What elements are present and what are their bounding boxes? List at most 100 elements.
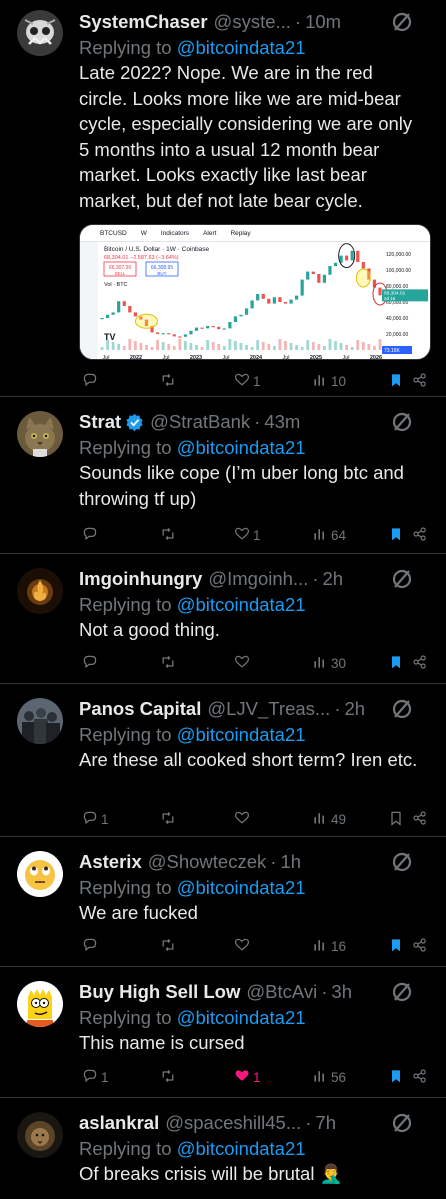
- cat-avatar-icon[interactable]: [17, 411, 63, 457]
- user-handle[interactable]: @Imgoinh...: [208, 566, 308, 592]
- reply-button[interactable]: [79, 524, 98, 546]
- mute-icon[interactable]: [390, 567, 414, 591]
- reply-tweet[interactable]: Asterix @Showteczek · 1h Replying to @bitcoi…: [0, 837, 446, 967]
- fire-avatar-icon[interactable]: [17, 568, 63, 614]
- like-button[interactable]: [231, 808, 250, 830]
- price-candle: [206, 326, 210, 329]
- mention-link[interactable]: @bitcoindata21: [177, 37, 306, 58]
- timestamp[interactable]: 3h: [331, 979, 352, 1005]
- display-name[interactable]: Panos Capital: [79, 696, 201, 722]
- timestamp[interactable]: 43m: [264, 409, 300, 435]
- like-button[interactable]: [231, 652, 250, 674]
- mute-icon[interactable]: [390, 850, 414, 874]
- display-name[interactable]: Asterix: [79, 849, 142, 875]
- like-button[interactable]: 1: [231, 370, 261, 392]
- user-handle[interactable]: @syste...: [214, 9, 291, 35]
- share-button[interactable]: [409, 524, 428, 546]
- bookmark-button[interactable]: [385, 808, 404, 830]
- volume-bar: [295, 345, 298, 350]
- mention-link[interactable]: @bitcoindata21: [177, 1138, 306, 1159]
- retweet-button[interactable]: [157, 652, 176, 674]
- price-candle: [300, 279, 304, 296]
- views-button[interactable]: 30: [309, 652, 346, 674]
- share-button[interactable]: [409, 370, 428, 392]
- display-name[interactable]: aslankral: [79, 1110, 159, 1136]
- views-button[interactable]: 49: [309, 808, 346, 830]
- like-button[interactable]: 1: [231, 1066, 261, 1088]
- reply-button[interactable]: 1: [79, 808, 109, 830]
- timestamp[interactable]: 2h: [345, 696, 366, 722]
- user-handle[interactable]: @BtcAvi: [246, 979, 317, 1005]
- share-button[interactable]: [409, 808, 428, 830]
- bookmark-button[interactable]: [385, 652, 404, 674]
- reply-icon: [82, 372, 98, 391]
- share-button[interactable]: [409, 652, 428, 674]
- views-button[interactable]: 16: [309, 935, 346, 957]
- timestamp[interactable]: 7h: [315, 1110, 336, 1136]
- mention-link[interactable]: @bitcoindata21: [177, 594, 306, 615]
- reply-tweet[interactable]: Imgoinhungry @Imgoinh... · 2h Replying to @b…: [0, 554, 446, 684]
- bookmark-button[interactable]: [385, 935, 404, 957]
- last-price-countdown: 2d 16: [384, 296, 396, 301]
- reply-button[interactable]: [79, 652, 98, 674]
- mention-link[interactable]: @bitcoindata21: [177, 724, 306, 745]
- chart-image-card[interactable]: BTCUSD W Indicators Alert Replay Bitcoin / U.…: [79, 224, 431, 360]
- timestamp[interactable]: 2h: [323, 566, 344, 592]
- eye-roll-emoji-avatar-icon[interactable]: [17, 851, 63, 897]
- price-candle: [250, 300, 254, 309]
- display-name[interactable]: SystemChaser: [79, 9, 208, 35]
- user-handle[interactable]: @Showteczek: [148, 849, 267, 875]
- tradingview-logo: TV: [104, 332, 116, 342]
- bookmark-button[interactable]: [385, 524, 404, 546]
- share-button[interactable]: [409, 935, 428, 957]
- reply-button[interactable]: 1: [79, 1066, 109, 1088]
- like-button[interactable]: [231, 935, 250, 957]
- share-button[interactable]: [409, 1066, 428, 1088]
- like-button[interactable]: 1: [231, 524, 261, 546]
- price-candle: [105, 314, 110, 318]
- user-handle[interactable]: @StratBank: [150, 409, 250, 435]
- mention-link[interactable]: @bitcoindata21: [177, 437, 306, 458]
- reply-tweet[interactable]: Buy High Sell Low @BtcAvi · 3h Replying to @…: [0, 967, 446, 1098]
- bookmark-button[interactable]: [385, 370, 404, 392]
- user-handle[interactable]: @LJV_Treas...: [207, 696, 330, 722]
- mute-icon[interactable]: [390, 10, 414, 34]
- action-count: 56: [331, 1069, 347, 1085]
- bookmark-button[interactable]: [385, 1066, 404, 1088]
- volume-bar: [139, 343, 143, 350]
- volume-bar: [245, 345, 248, 350]
- timestamp[interactable]: 10m: [305, 9, 341, 35]
- mute-icon[interactable]: [390, 697, 414, 721]
- display-name[interactable]: Imgoinhungry: [79, 566, 202, 592]
- retweet-button[interactable]: [157, 808, 176, 830]
- action-count: 49: [331, 811, 347, 827]
- lion-avatar-icon[interactable]: [17, 1112, 63, 1158]
- reply-tweet[interactable]: Panos Capital @LJV_Treas... · 2h Replying to…: [0, 684, 446, 837]
- views-button[interactable]: 56: [309, 1066, 346, 1088]
- retweet-button[interactable]: [157, 370, 176, 392]
- mute-icon[interactable]: [390, 980, 414, 1004]
- retweet-button[interactable]: [157, 524, 176, 546]
- bart-avatar-icon[interactable]: [17, 981, 63, 1027]
- views-button[interactable]: 10: [309, 370, 346, 392]
- x-tick-label: 2024: [250, 355, 263, 360]
- display-name[interactable]: Strat: [79, 409, 121, 435]
- reply-tweet[interactable]: aslankral @spaceshill45... · 7h Replying to …: [0, 1098, 446, 1199]
- reply-tweet[interactable]: Strat @StratBank · 43m Replying to @bitcoind…: [0, 397, 446, 554]
- reply-button[interactable]: [79, 370, 98, 392]
- mention-link[interactable]: @bitcoindata21: [177, 877, 306, 898]
- display-name[interactable]: Buy High Sell Low: [79, 979, 240, 1005]
- reply-tweet[interactable]: SystemChaser @syste... · 10m Replying to @bi…: [0, 0, 446, 397]
- mute-icon[interactable]: [390, 410, 414, 434]
- retweet-button[interactable]: [157, 1066, 176, 1088]
- mute-icon[interactable]: [390, 1111, 414, 1135]
- reply-button[interactable]: [79, 935, 98, 957]
- timestamp[interactable]: 1h: [280, 849, 301, 875]
- skull-avatar-icon[interactable]: [17, 10, 63, 56]
- crowd-avatar-icon[interactable]: [17, 698, 63, 744]
- mention-link[interactable]: @bitcoindata21: [177, 1007, 306, 1028]
- views-button[interactable]: 64: [309, 524, 346, 546]
- retweet-button[interactable]: [157, 935, 176, 957]
- user-handle[interactable]: @spaceshill45...: [165, 1110, 301, 1136]
- action-count: 1: [101, 811, 109, 827]
